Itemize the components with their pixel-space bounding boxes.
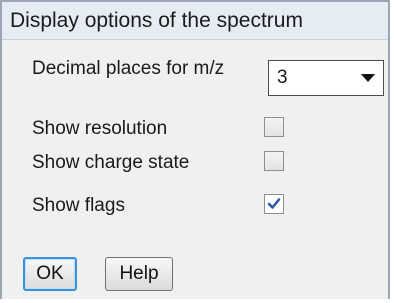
show-resolution-row: Show resolution <box>32 118 167 140</box>
check-icon <box>267 198 281 209</box>
decimal-places-row: Decimal places for m/z <box>32 58 224 80</box>
decimal-places-value: 3 <box>277 67 288 88</box>
show-flags-row: Show flags <box>32 195 125 217</box>
dialog-title: Display options of the spectrum <box>10 8 303 32</box>
decimal-places-label: Decimal places for m/z <box>32 58 225 79</box>
show-resolution-label: Show resolution <box>32 118 168 139</box>
show-flags-checkbox[interactable] <box>264 194 284 214</box>
show-resolution-checkbox[interactable] <box>264 117 284 137</box>
ok-button-label: OK <box>36 263 64 284</box>
help-button[interactable]: Help <box>105 257 173 291</box>
display-options-dialog: Display options of the spectrum Decimal … <box>0 0 390 299</box>
chevron-down-icon[interactable] <box>361 74 375 82</box>
show-charge-state-row: Show charge state <box>32 152 189 174</box>
show-flags-label: Show flags <box>32 195 125 216</box>
show-charge-state-checkbox[interactable] <box>264 151 284 171</box>
help-button-label: Help <box>119 263 159 284</box>
dialog-title-bar[interactable]: Display options of the spectrum <box>2 2 388 40</box>
ok-button[interactable]: OK <box>23 257 77 291</box>
show-charge-state-label: Show charge state <box>32 152 190 173</box>
decimal-places-select[interactable]: 3 <box>268 60 384 96</box>
